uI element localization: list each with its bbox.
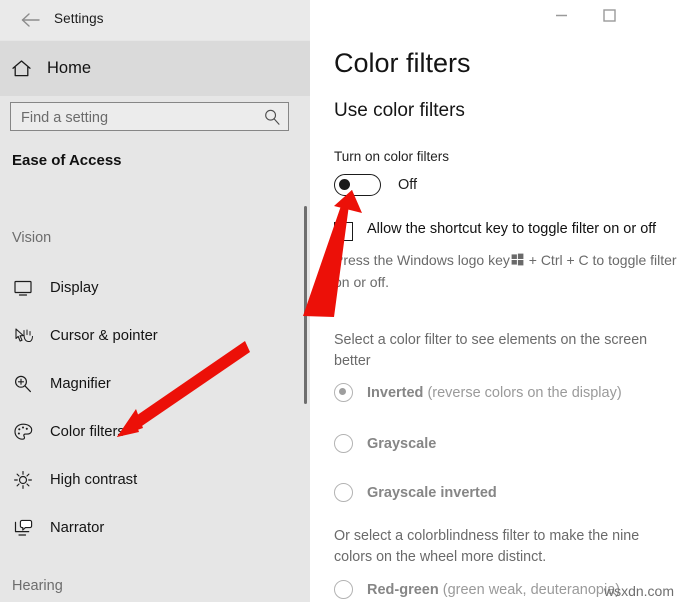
toggle-knob	[339, 179, 350, 190]
sidebar-item-display[interactable]: Display	[0, 268, 300, 308]
radio-label: Grayscale	[367, 436, 436, 452]
magnifier-icon	[12, 373, 34, 395]
toggle-state-label: Off	[398, 177, 417, 193]
page-title: Color filters	[334, 48, 471, 79]
radio-label-name: Grayscale	[367, 436, 436, 452]
main-content: Color filters Use color filters Turn on …	[310, 0, 680, 602]
home-icon	[10, 58, 32, 80]
radio-option-grayscale-inverted[interactable]: Grayscale inverted	[334, 483, 497, 502]
sidebar-category-title: Ease of Access	[12, 152, 122, 169]
back-arrow-icon	[20, 12, 42, 28]
settings-window: Settings Home Ease of Access Vision	[0, 0, 680, 602]
sidebar-item-label: Cursor & pointer	[50, 328, 158, 344]
sidebar-item-magnifier[interactable]: Magnifier	[0, 364, 300, 404]
search-icon[interactable]	[263, 108, 281, 126]
radio-indicator[interactable]	[334, 580, 353, 599]
sidebar-item-narrator[interactable]: Narrator	[0, 508, 300, 548]
sidebar-item-color-filters[interactable]: Color filters	[0, 412, 300, 452]
sidebar-item-label: Color filters	[50, 424, 125, 440]
color-filters-toggle-row: Off	[334, 174, 417, 196]
minimize-icon	[555, 9, 568, 22]
radio-label-name: Inverted	[367, 385, 423, 401]
filter-section-description: Select a color filter to see elements on…	[334, 330, 674, 372]
sidebar-group-vision: Vision	[12, 230, 51, 246]
colorblind-section-description: Or select a colorblindness filter to mak…	[334, 526, 679, 568]
sidebar-titlebar: Settings	[0, 0, 310, 40]
toggle-caption: Turn on color filters	[334, 149, 449, 164]
window-title: Settings	[54, 11, 104, 26]
radio-label: Grayscale inverted	[367, 485, 497, 501]
monitor-icon	[12, 277, 34, 299]
sidebar-group-hearing: Hearing	[12, 578, 63, 594]
sidebar-item-home[interactable]: Home	[0, 41, 310, 96]
radio-option-grayscale[interactable]: Grayscale	[334, 434, 436, 453]
radio-indicator[interactable]	[334, 383, 353, 402]
radio-label-detail: (green weak, deuteranopia)	[443, 582, 620, 598]
maximize-icon	[603, 9, 616, 22]
sidebar-item-label: Narrator	[50, 520, 104, 536]
section-title: Use color filters	[334, 100, 465, 122]
search-input[interactable]	[19, 103, 263, 132]
radio-indicator[interactable]	[334, 483, 353, 502]
sidebar-item-cursor-and-pointer[interactable]: Cursor & pointer	[0, 316, 300, 356]
cursor-hand-icon	[12, 325, 34, 347]
minimize-button[interactable]	[538, 0, 584, 30]
sidebar-item-label: High contrast	[50, 472, 137, 488]
shortcut-checkbox[interactable]	[334, 222, 353, 241]
shortcut-hint: Press the Windows logo key + Ctrl + C to…	[334, 250, 680, 293]
radio-label-name: Red-green	[367, 582, 439, 598]
sidebar-home-label: Home	[47, 59, 91, 78]
sidebar-scrollbar[interactable]	[304, 206, 307, 404]
radio-label: Red-green (green weak, deuteranopia)	[367, 582, 620, 598]
shortcut-checkbox-label: Allow the shortcut key to toggle filter …	[367, 221, 656, 237]
windows-logo-icon	[511, 251, 524, 272]
search-box[interactable]	[10, 102, 289, 131]
brightness-sun-icon	[12, 469, 34, 491]
window-controls	[538, 0, 680, 32]
radio-label-detail: (reverse colors on the display)	[427, 385, 621, 401]
watermark: wsxdn.com	[604, 583, 674, 599]
color-filters-toggle[interactable]	[334, 174, 381, 196]
shortcut-hint-before: Press the Windows logo key	[334, 252, 510, 268]
sidebar: Settings Home Ease of Access Vision	[0, 0, 310, 602]
radio-label: Inverted (reverse colors on the display)	[367, 385, 622, 401]
sidebar-item-label: Display	[50, 280, 99, 296]
maximize-button[interactable]	[586, 0, 632, 30]
palette-icon	[12, 421, 34, 443]
sidebar-item-high-contrast[interactable]: High contrast	[0, 460, 300, 500]
sidebar-item-label: Magnifier	[50, 376, 111, 392]
radio-label-name: Grayscale inverted	[367, 485, 497, 501]
back-button[interactable]	[14, 5, 48, 35]
shortcut-checkbox-row[interactable]: Allow the shortcut key to toggle filter …	[334, 221, 656, 241]
radio-option-red-green[interactable]: Red-green (green weak, deuteranopia)	[334, 580, 620, 599]
radio-indicator[interactable]	[334, 434, 353, 453]
narrator-speech-icon	[12, 517, 34, 539]
radio-option-inverted[interactable]: Inverted (reverse colors on the display)	[334, 383, 622, 402]
